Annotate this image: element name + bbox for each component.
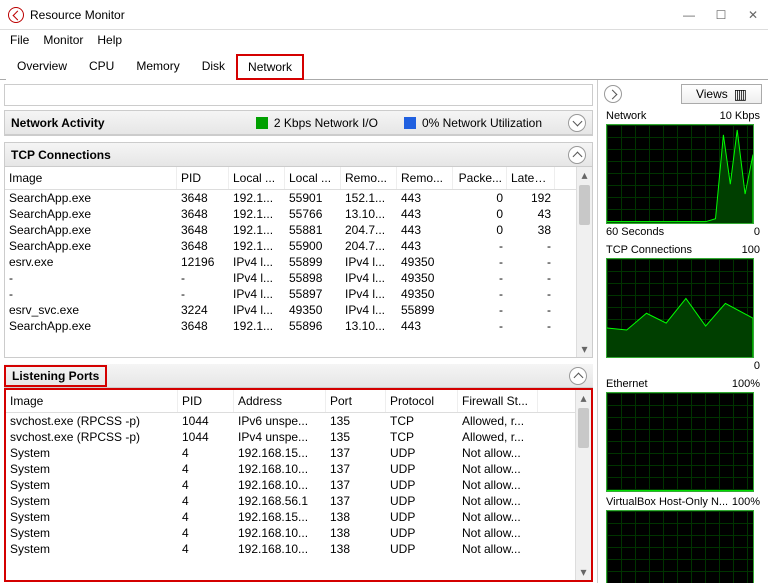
- views-button[interactable]: Views▥: [681, 84, 762, 104]
- table-row[interactable]: System4192.168.10...138UDPNot allow...: [6, 525, 591, 541]
- table-row[interactable]: SearchApp.exe3648192.1...55900204.7...44…: [5, 238, 592, 254]
- table-row[interactable]: esrv.exe12196IPv4 l...55899IPv4 l...4935…: [5, 254, 592, 270]
- table-row[interactable]: SearchApp.exe3648192.1...55881204.7...44…: [5, 222, 592, 238]
- tab-overview[interactable]: Overview: [6, 54, 78, 80]
- legend-util: 0% Network Utilization: [422, 116, 542, 130]
- tcp-scrollbar[interactable]: ▴ ▾: [576, 167, 592, 357]
- filter-bar[interactable]: [4, 84, 593, 106]
- scroll-up-icon[interactable]: ▴: [576, 390, 591, 406]
- chart: [606, 392, 754, 492]
- minimize-button[interactable]: —: [682, 8, 696, 22]
- col-pid[interactable]: PID: [178, 390, 234, 412]
- collapse-listening[interactable]: [569, 367, 587, 385]
- window-title: Resource Monitor: [30, 8, 682, 22]
- menu-monitor[interactable]: Monitor: [43, 33, 83, 47]
- legend-kbps: 2 Kbps Network I/O: [274, 116, 378, 130]
- table-row[interactable]: svchost.exe (RPCSS -p)1044IPv4 unspe...1…: [6, 429, 591, 445]
- table-row[interactable]: SearchApp.exe3648192.1...55901152.1...44…: [5, 190, 592, 206]
- table-row[interactable]: System4192.168.56.1137UDPNot allow...: [6, 493, 591, 509]
- chart-scale: 100%: [732, 496, 760, 508]
- col-local-port[interactable]: Local ...: [285, 167, 341, 189]
- table-row[interactable]: --IPv4 l...55897IPv4 l...49350--: [5, 286, 592, 302]
- chart-scale: 100: [742, 244, 760, 256]
- tab-network[interactable]: Network: [236, 54, 304, 80]
- chart-scale: 100%: [732, 378, 760, 390]
- col-port[interactable]: Port: [326, 390, 386, 412]
- app-icon: [8, 7, 24, 23]
- table-row[interactable]: System4192.168.10...137UDPNot allow...: [6, 477, 591, 493]
- panel-network-activity: Network Activity 2 Kbps Network I/O 0% N…: [4, 110, 593, 136]
- tab-memory[interactable]: Memory: [125, 54, 190, 80]
- tab-disk[interactable]: Disk: [191, 54, 236, 80]
- menubar: File Monitor Help: [0, 30, 768, 53]
- chart-title: VirtualBox Host-Only N...: [606, 496, 728, 508]
- col-remote-addr[interactable]: Remo...: [341, 167, 397, 189]
- col-latency[interactable]: Laten...: [507, 167, 555, 189]
- menu-file[interactable]: File: [10, 33, 29, 47]
- col-local-addr[interactable]: Local ...: [229, 167, 285, 189]
- scroll-down-icon[interactable]: ▾: [576, 564, 591, 580]
- table-row[interactable]: System4192.168.10...138UDPNot allow...: [6, 541, 591, 557]
- col-address[interactable]: Address: [234, 390, 326, 412]
- tabs: Overview CPU Memory Disk Network: [0, 53, 768, 80]
- tab-cpu[interactable]: CPU: [78, 54, 125, 80]
- panel-tcp-connections: TCP Connections Image PID Local ... Loca…: [4, 142, 593, 358]
- legend-green-icon: [256, 117, 268, 129]
- tcp-header-row: Image PID Local ... Local ... Remo... Re…: [5, 167, 592, 190]
- col-image[interactable]: Image: [5, 167, 177, 189]
- table-row[interactable]: SearchApp.exe3648192.1...5576613.10...44…: [5, 206, 592, 222]
- col-image[interactable]: Image: [6, 390, 178, 412]
- collapse-tcp[interactable]: [568, 146, 586, 164]
- scroll-down-icon[interactable]: ▾: [577, 341, 592, 357]
- listening-scrollbar[interactable]: ▴ ▾: [575, 390, 591, 580]
- close-button[interactable]: ✕: [746, 8, 760, 22]
- table-row[interactable]: svchost.exe (RPCSS -p)1044IPv6 unspe...1…: [6, 413, 591, 429]
- chart: [606, 124, 754, 224]
- listening-header-row: Image PID Address Port Protocol Firewall…: [6, 390, 591, 413]
- collapse-right-pane[interactable]: [604, 85, 622, 103]
- network-activity-title: Network Activity: [11, 116, 105, 130]
- menu-help[interactable]: Help: [97, 33, 122, 47]
- table-row[interactable]: SearchApp.exe3648192.1...5589613.10...44…: [5, 318, 592, 334]
- scroll-up-icon[interactable]: ▴: [577, 167, 592, 183]
- col-remote-port[interactable]: Remo...: [397, 167, 453, 189]
- col-packet[interactable]: Packe...: [453, 167, 507, 189]
- listening-title: Listening Ports: [4, 365, 107, 387]
- chart: [606, 258, 754, 358]
- table-row[interactable]: System4192.168.15...137UDPNot allow...: [6, 445, 591, 461]
- titlebar: Resource Monitor — ☐ ✕: [0, 0, 768, 30]
- chart-title: TCP Connections: [606, 244, 692, 256]
- chart-title: Network: [606, 110, 646, 122]
- tcp-title: TCP Connections: [11, 148, 111, 162]
- chart-title: Ethernet: [606, 378, 648, 390]
- col-protocol[interactable]: Protocol: [386, 390, 458, 412]
- views-label: Views: [696, 87, 728, 101]
- maximize-button[interactable]: ☐: [714, 8, 728, 22]
- col-pid[interactable]: PID: [177, 167, 229, 189]
- table-row[interactable]: esrv_svc.exe3224IPv4 l...49350IPv4 l...5…: [5, 302, 592, 318]
- col-firewall[interactable]: Firewall St...: [458, 390, 538, 412]
- table-row[interactable]: System4192.168.15...138UDPNot allow...: [6, 509, 591, 525]
- legend-blue-icon: [404, 117, 416, 129]
- table-row[interactable]: --IPv4 l...55898IPv4 l...49350--: [5, 270, 592, 286]
- panel-listening-ports: Listening Ports Image PID Address Port P…: [4, 364, 593, 582]
- table-row[interactable]: System4192.168.10...137UDPNot allow...: [6, 461, 591, 477]
- chart: [606, 510, 754, 583]
- collapse-network-activity[interactable]: [568, 114, 586, 132]
- chart-scale: 10 Kbps: [720, 110, 760, 122]
